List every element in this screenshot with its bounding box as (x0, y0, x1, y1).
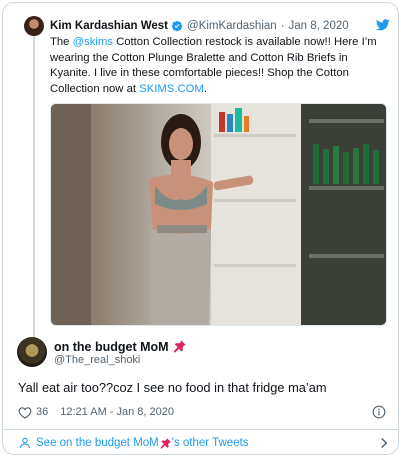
text-segment: . (203, 82, 207, 95)
tweet-photo[interactable] (50, 103, 387, 326)
other-tweets-prefix[interactable]: See on the budget MoM (36, 437, 159, 449)
mention-link-skims[interactable]: @skims (73, 36, 113, 48)
reply-tweet-text: Yall eat air too??coz I see no food in t… (18, 380, 327, 395)
other-tweets-suffix[interactable]: 's other Tweets (172, 437, 249, 449)
thread-connector-line (33, 33, 35, 339)
person-icon (20, 437, 30, 449)
other-tweets-link[interactable]: See on the budget MoM 's other Tweets (19, 434, 389, 452)
parent-author-handle[interactable]: @KimKardashian (187, 20, 277, 32)
info-icon[interactable] (372, 405, 386, 419)
reply-author-name[interactable]: on the budget MoM (54, 340, 169, 354)
skims-url-link[interactable]: SKIMS.COM (139, 83, 204, 95)
parent-tweet-date[interactable]: Jan 8, 2020 (289, 20, 349, 32)
like-count[interactable]: 36 (36, 406, 48, 418)
twitter-bird-icon[interactable] (376, 19, 390, 31)
chevron-right-icon[interactable] (379, 437, 389, 449)
reply-timestamp[interactable]: 12:21 AM - Jan 8, 2020 (60, 406, 174, 418)
reply-author-avatar[interactable] (17, 337, 47, 367)
parent-author-name[interactable]: Kim Kardashian West (50, 20, 168, 32)
reply-author-name-row[interactable]: on the budget MoM (54, 339, 187, 354)
reply-author-handle[interactable]: @The_real_shoki (54, 354, 140, 366)
parent-author-avatar[interactable] (24, 16, 44, 36)
parent-tweet-text: The @skims Cotton Collection restock is … (50, 35, 387, 97)
heart-icon[interactable] (18, 406, 32, 419)
tweet-embed-card: Kim Kardashian West @KimKardashian · Jan… (2, 2, 399, 455)
footer-divider (3, 429, 398, 430)
photo-illustration (51, 104, 386, 325)
reply-meta-row: 36 12:21 AM - Jan 8, 2020 (18, 404, 390, 420)
pushpin-icon (160, 437, 171, 449)
parent-tweet-header: Kim Kardashian West @KimKardashian · Jan… (50, 18, 390, 34)
verified-badge-icon (171, 20, 183, 32)
text-segment: The (50, 36, 73, 48)
pushpin-icon (173, 340, 186, 353)
header-separator: · (280, 20, 285, 32)
